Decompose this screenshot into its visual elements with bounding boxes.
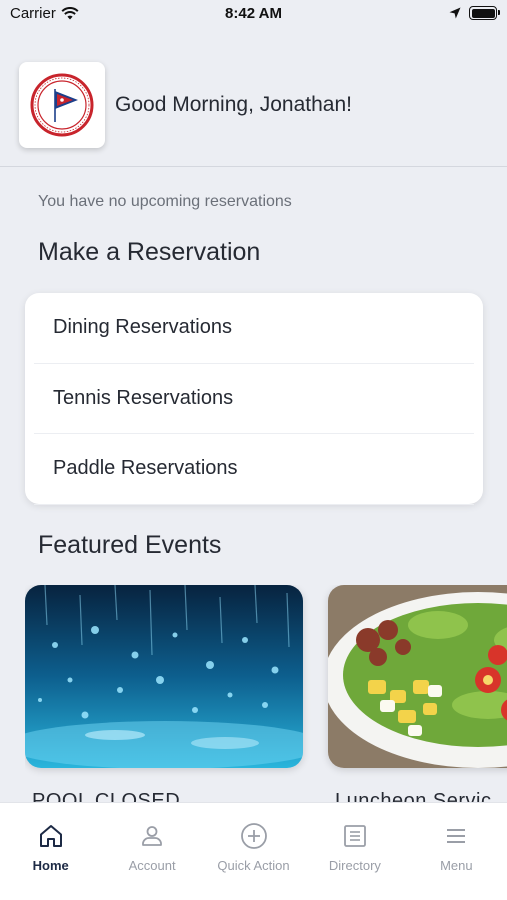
tab-bar: Home Account Quick Action Directory Menu [0,802,507,900]
dining-reservations-label: Dining Reservations [53,316,232,339]
club-logo [19,62,105,148]
make-reservation-title: Make a Reservation [38,238,261,266]
rain-water-image [25,585,303,768]
no-reservations-text: You have no upcoming reservations [38,193,292,210]
tab-account[interactable]: Account [101,803,202,900]
location-arrow-icon [449,7,461,19]
header: Good Morning, Jonathan! [19,62,352,148]
dining-reservations-item[interactable]: Dining Reservations [34,293,474,364]
tab-quick-action-label: Quick Action [217,858,290,873]
tennis-reservations-label: Tennis Reservations [53,386,234,409]
featured-events-carousel[interactable]: POOL CLOSED Luncheon Servic [25,585,507,805]
club-burgee-logo [30,73,94,137]
status-bar: Carrier 8:42 AM [0,0,507,30]
tab-directory-label: Directory [328,858,381,873]
tab-home[interactable]: Home [0,803,101,900]
tab-account-label: Account [128,858,176,873]
reservation-list: Dining Reservations Tennis Reservations … [25,293,483,505]
home-icon [38,821,64,851]
event-card-pool-closed[interactable]: POOL CLOSED [25,585,303,805]
header-divider [0,166,507,167]
status-time: 8:42 AM [225,5,282,22]
paddle-reservations-item[interactable]: Paddle Reservations [34,434,474,505]
event-card-luncheon[interactable]: Luncheon Servic [328,585,507,805]
tab-directory[interactable]: Directory [304,803,405,900]
battery-icon [469,6,500,20]
tab-home-label: Home [32,858,69,873]
greeting-text: Good Morning, Jonathan! [115,93,352,116]
tab-quick-action[interactable]: Quick Action [203,803,304,900]
featured-events-title: Featured Events [38,531,222,559]
account-icon [139,821,165,851]
menu-icon [443,821,469,851]
tennis-reservations-item[interactable]: Tennis Reservations [34,364,474,434]
tab-menu[interactable]: Menu [406,803,507,900]
plus-circle-icon [240,821,268,851]
salad-bowl-image [328,585,507,768]
paddle-reservations-label: Paddle Reservations [53,457,238,480]
tab-menu-label: Menu [440,858,473,873]
directory-icon [342,821,368,851]
